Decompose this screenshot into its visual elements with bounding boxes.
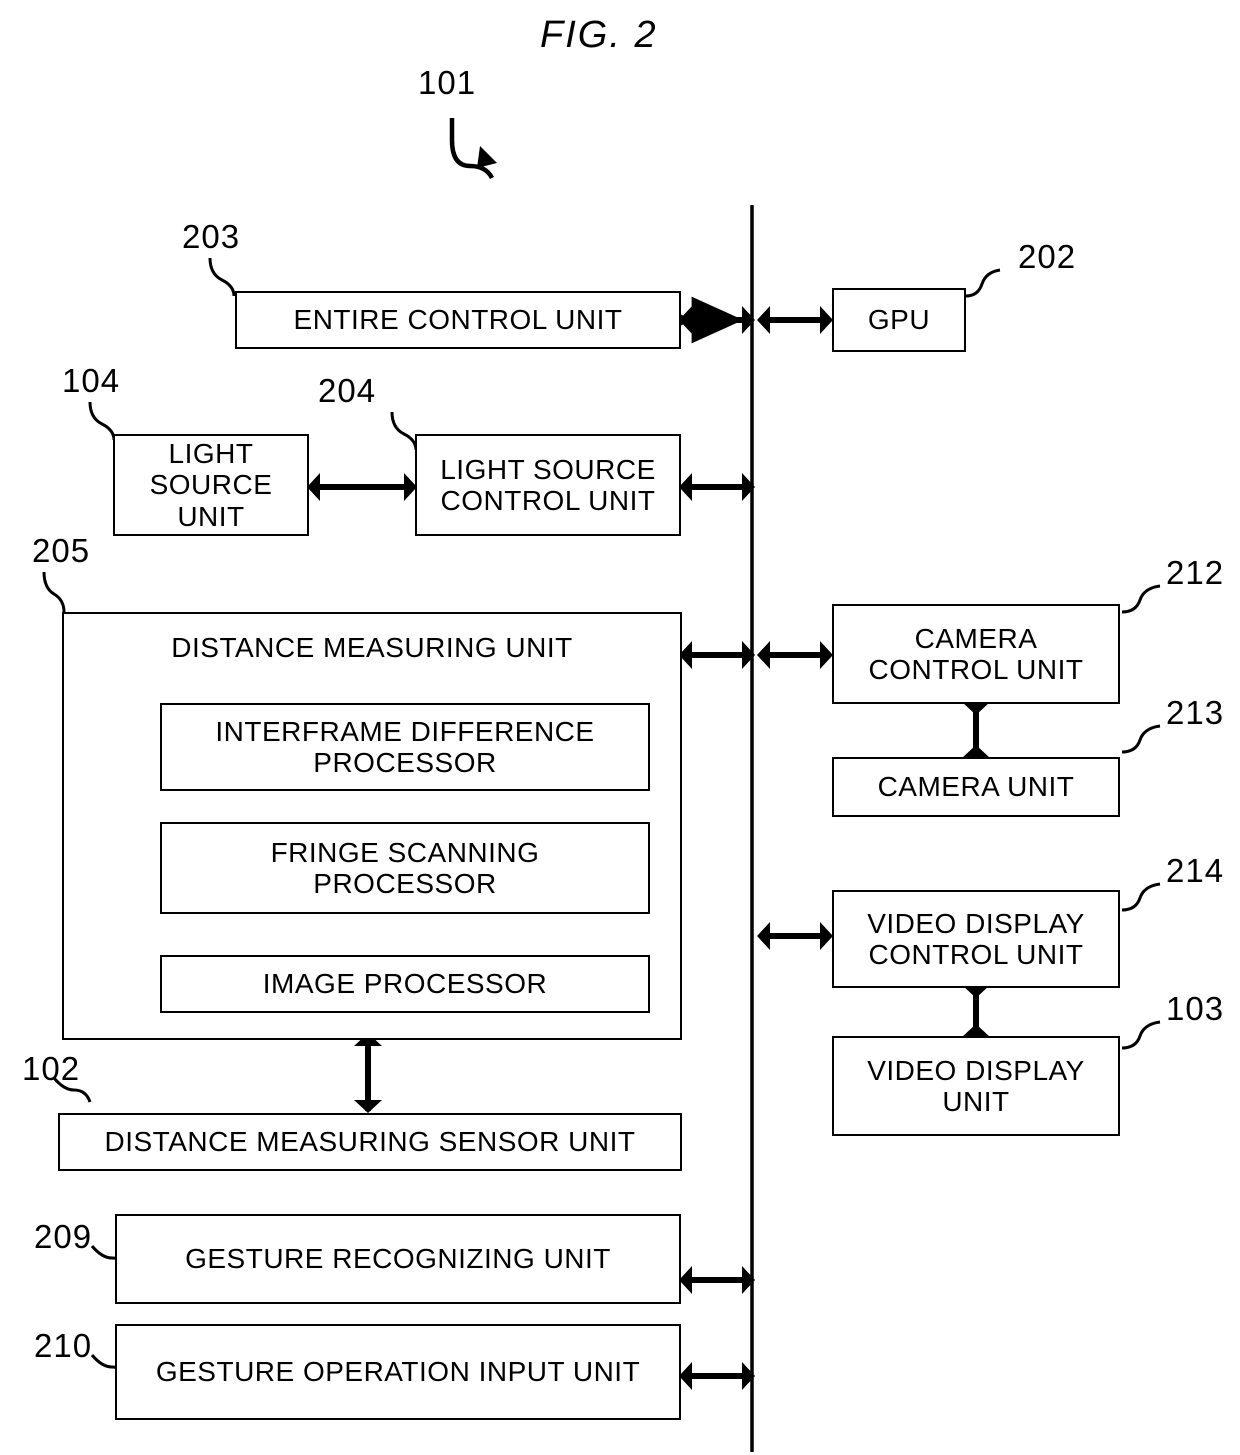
- leader-214: [1121, 882, 1161, 912]
- arrow-camera-control-to-camera-unit: [962, 702, 990, 758]
- block-light-source-control-unit-label: LIGHT SOURCE CONTROL UNIT: [440, 453, 656, 516]
- arrow-distance-measuring-to-bus: [679, 641, 755, 669]
- ref-203: 203: [182, 218, 241, 255]
- ref-102: 102: [22, 1050, 81, 1087]
- block-light-source-unit[interactable]: LIGHT SOURCE UNIT: [113, 434, 309, 536]
- block-gpu-label: GPU: [867, 304, 931, 336]
- block-distance-measuring-sensor-unit-label: DISTANCE MEASURING SENSOR UNIT: [104, 1126, 636, 1158]
- block-gesture-recognizing-unit-label: GESTURE RECOGNIZING UNIT: [185, 1243, 611, 1275]
- ref-210: 210: [34, 1327, 93, 1364]
- block-distance-measuring-sensor-unit[interactable]: DISTANCE MEASURING SENSOR UNIT: [58, 1113, 682, 1171]
- block-light-source-unit-label: LIGHT SOURCE UNIT: [149, 437, 273, 532]
- leader-204: [390, 411, 418, 451]
- block-camera-control-unit[interactable]: CAMERA CONTROL UNIT: [832, 604, 1120, 704]
- block-light-source-control-unit[interactable]: LIGHT SOURCE CONTROL UNIT: [415, 434, 681, 536]
- ref-204: 204: [318, 372, 377, 409]
- leader-213: [1121, 724, 1161, 754]
- patent-figure-2: FIG. 2 101 202 203 204 104 205 102 209 2…: [0, 0, 1240, 1455]
- block-camera-control-unit-label: CAMERA CONTROL UNIT: [868, 622, 1084, 685]
- leader-202: [965, 268, 1001, 298]
- arrow-bus-to-camera-control: [757, 641, 833, 669]
- ref-214: 214: [1166, 852, 1225, 889]
- block-gesture-recognizing-unit[interactable]: GESTURE RECOGNIZING UNIT: [115, 1214, 681, 1304]
- ref-213: 213: [1166, 694, 1225, 731]
- leader-203: [208, 257, 236, 297]
- leader-212: [1121, 584, 1161, 614]
- ref-202: 202: [1018, 238, 1077, 275]
- block-fringe-scanning-processor[interactable]: FRINGE SCANNING PROCESSOR: [160, 822, 650, 914]
- block-entire-control-unit-label: ENTIRE CONTROL UNIT: [293, 304, 623, 336]
- leader-103: [1121, 1020, 1161, 1050]
- leader-104: [88, 401, 116, 441]
- ref-205: 205: [32, 532, 91, 569]
- arrow-bus-to-video-display-control: [757, 922, 833, 950]
- leader-101: [449, 118, 497, 180]
- block-fringe-scanning-processor-label: FRINGE SCANNING PROCESSOR: [270, 836, 540, 899]
- block-video-display-control-unit[interactable]: VIDEO DISPLAY CONTROL UNIT: [832, 890, 1120, 988]
- block-interframe-difference-processor-label: INTERFRAME DIFFERENCE PROCESSOR: [215, 715, 595, 778]
- arrow-gesture-operation-to-bus: [679, 1362, 755, 1390]
- block-interframe-difference-processor[interactable]: INTERFRAME DIFFERENCE PROCESSOR: [160, 703, 650, 791]
- block-camera-unit-label: CAMERA UNIT: [877, 771, 1075, 803]
- ref-101: 101: [418, 64, 477, 101]
- block-gesture-operation-input-unit-label: GESTURE OPERATION INPUT UNIT: [155, 1356, 641, 1388]
- ref-103: 103: [1166, 990, 1225, 1027]
- block-image-processor[interactable]: IMAGE PROCESSOR: [160, 955, 650, 1013]
- block-camera-unit[interactable]: CAMERA UNIT: [832, 757, 1120, 817]
- arrow-light-source-control-to-bus: [679, 473, 755, 501]
- arrow-video-display-control-to-unit: [962, 985, 990, 1037]
- leader-205: [42, 571, 66, 613]
- arrow-bus-to-gpu: [757, 306, 833, 334]
- figure-title: FIG. 2: [540, 14, 658, 56]
- ref-104: 104: [62, 362, 121, 399]
- arrow-light-source-to-control: [307, 473, 417, 501]
- block-video-display-unit-label: VIDEO DISPLAY UNIT: [867, 1054, 1085, 1117]
- block-gesture-operation-input-unit[interactable]: GESTURE OPERATION INPUT UNIT: [115, 1324, 681, 1420]
- block-video-display-control-unit-label: VIDEO DISPLAY CONTROL UNIT: [867, 907, 1085, 970]
- arrow-gesture-recognizing-to-bus: [679, 1266, 755, 1294]
- block-image-processor-label: IMAGE PROCESSOR: [262, 968, 548, 1000]
- arrow-entire-control-to-bus: [641, 296, 755, 344]
- block-distance-measuring-unit-label: DISTANCE MEASURING UNIT: [171, 632, 573, 663]
- ref-209: 209: [34, 1218, 93, 1255]
- ref-212: 212: [1166, 554, 1225, 591]
- block-entire-control-unit[interactable]: ENTIRE CONTROL UNIT: [235, 291, 681, 349]
- arrow-distance-unit-to-sensor-unit: [354, 1033, 382, 1113]
- block-video-display-unit[interactable]: VIDEO DISPLAY UNIT: [832, 1036, 1120, 1136]
- block-gpu[interactable]: GPU: [832, 288, 966, 352]
